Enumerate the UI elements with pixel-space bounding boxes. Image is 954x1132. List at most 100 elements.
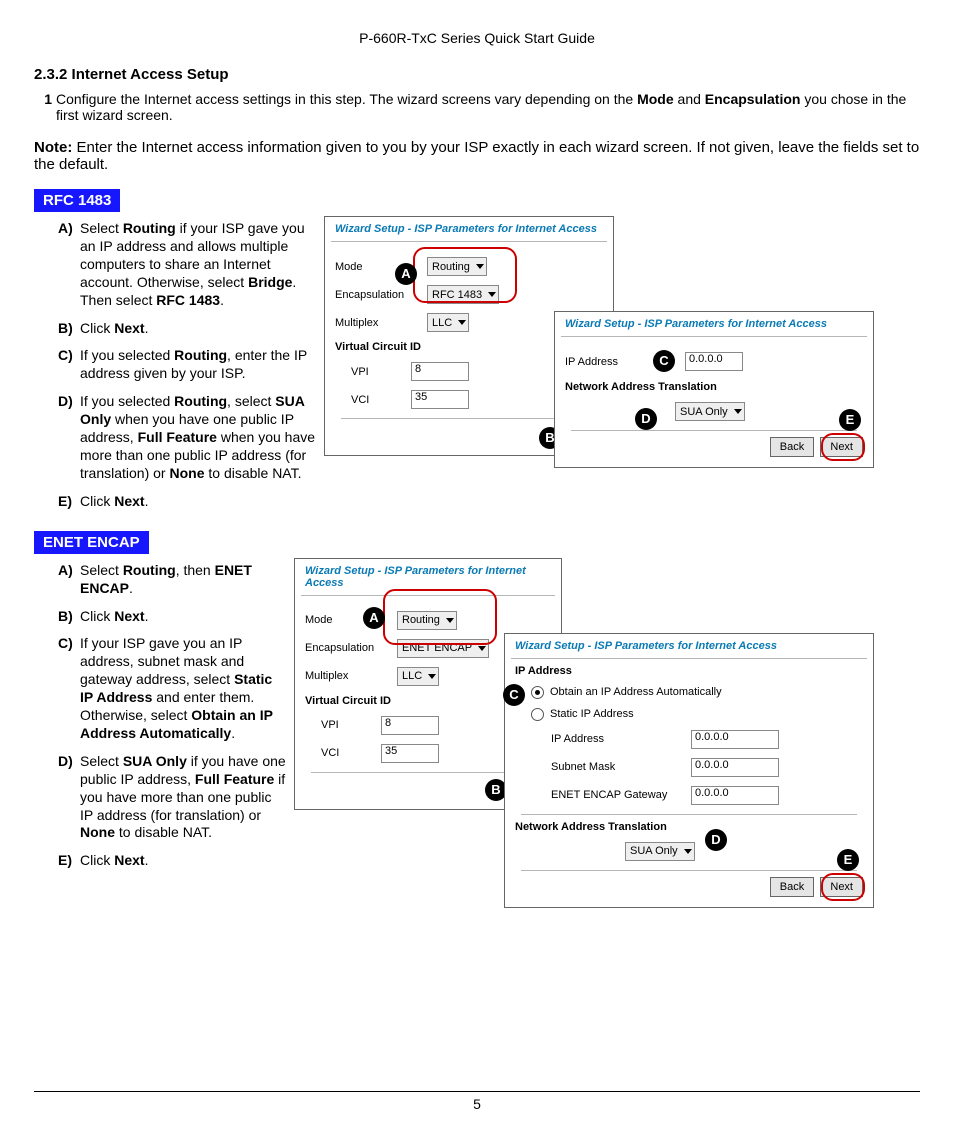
label-nat: Network Address Translation (565, 381, 717, 393)
label-vci: VCI (351, 394, 411, 406)
highlight-a (413, 247, 517, 303)
label-ip-heading: IP Address (515, 665, 572, 677)
page-number: 5 (0, 1096, 954, 1112)
select-value: LLC (402, 670, 422, 682)
label-subnet: Subnet Mask (531, 761, 691, 773)
label-gateway: ENET ENCAP Gateway (531, 789, 691, 801)
strong: Routing (123, 562, 176, 578)
badge-d: D (705, 829, 727, 851)
label-vcid: Virtual Circuit ID (335, 341, 421, 353)
gateway-input[interactable]: 0.0.0.0 (691, 786, 779, 805)
bullet-d: D) (58, 393, 80, 483)
vpi-input[interactable]: 8 (381, 716, 439, 735)
ip-input[interactable]: 0.0.0.0 (691, 730, 779, 749)
badge-c: C (503, 684, 525, 706)
text: If you selected (80, 347, 174, 363)
section-tag-rfc: RFC 1483 (34, 189, 120, 212)
text: to disable NAT. (115, 824, 212, 840)
dialog-title: Wizard Setup - ISP Parameters for Intern… (325, 217, 613, 241)
strong: Bridge (248, 274, 292, 290)
label-vpi: VPI (351, 366, 411, 378)
strong: SUA Only (123, 753, 187, 769)
step-1: 1 Configure the Internet access settings… (34, 91, 920, 123)
label-mux: Multiplex (335, 317, 427, 329)
text: Click (80, 320, 114, 336)
vci-input[interactable]: 35 (411, 390, 469, 409)
bullet-b: B) (58, 608, 80, 626)
label-ip: IP Address (531, 733, 691, 745)
step-text: and (674, 91, 705, 107)
chevron-down-icon (478, 646, 486, 651)
text: . (145, 493, 149, 509)
mux-select[interactable]: LLC (427, 313, 469, 332)
text: . (145, 320, 149, 336)
label-vpi: VPI (321, 719, 381, 731)
text: . (231, 725, 235, 741)
text: . (145, 608, 149, 624)
label-nat: Network Address Translation (515, 821, 667, 833)
radio-static[interactable] (531, 708, 544, 721)
nat-select[interactable]: SUA Only (625, 842, 695, 861)
text: If your ISP gave you an IP address, subn… (80, 635, 244, 687)
wizard-dialog-rfc2: Wizard Setup - ISP Parameters for Intern… (554, 311, 874, 468)
wizard-dialog-enet2: Wizard Setup - ISP Parameters for Intern… (504, 633, 874, 908)
strong: Next (114, 852, 144, 868)
badge-a: A (395, 263, 417, 285)
bullet-c: C) (58, 635, 80, 742)
vpi-input[interactable]: 8 (411, 362, 469, 381)
back-button[interactable]: Back (770, 437, 814, 457)
select-value: SUA Only (680, 406, 728, 418)
doc-header: P-660R-TxC Series Quick Start Guide (34, 30, 920, 46)
label-vci: VCI (321, 747, 381, 759)
radio-label: Obtain an IP Address Automatically (550, 686, 722, 698)
note-label: Note: (34, 139, 72, 156)
label-encap: Encapsulation (305, 642, 397, 654)
bullet-d: D) (58, 753, 80, 843)
strong: Next (114, 608, 144, 624)
badge-a: A (363, 607, 385, 629)
nat-select[interactable]: SUA Only (675, 402, 745, 421)
badge-c: C (653, 350, 675, 372)
section-tag-enet: ENET ENCAP (34, 531, 149, 554)
chevron-down-icon (734, 409, 742, 414)
text: . (220, 292, 224, 308)
label-mux: Multiplex (305, 670, 397, 682)
dialog-title: Wizard Setup - ISP Parameters for Intern… (505, 634, 873, 658)
dialog-title: Wizard Setup - ISP Parameters for Intern… (555, 312, 873, 336)
strong: None (80, 824, 115, 840)
text: , select (227, 393, 275, 409)
strong: Full Feature (195, 771, 274, 787)
badge-e: E (837, 849, 859, 871)
strong: RFC 1483 (156, 292, 220, 308)
ip-input[interactable]: 0.0.0.0 (685, 352, 743, 371)
text: Select (80, 220, 123, 236)
strong: Routing (123, 220, 176, 236)
highlight-a (383, 589, 497, 645)
text: Click (80, 493, 114, 509)
text: If you selected (80, 393, 174, 409)
chevron-down-icon (458, 320, 466, 325)
select-value: LLC (432, 317, 452, 329)
text: Select (80, 562, 123, 578)
text: . (129, 580, 133, 596)
strong: Routing (174, 393, 227, 409)
bullet-b: B) (58, 320, 80, 338)
mux-select[interactable]: LLC (397, 667, 439, 686)
radio-obtain[interactable] (531, 686, 544, 699)
chevron-down-icon (428, 674, 436, 679)
back-button[interactable]: Back (770, 877, 814, 897)
select-value: SUA Only (630, 845, 678, 857)
strong: Next (114, 493, 144, 509)
section-heading: 2.3.2 Internet Access Setup (34, 66, 920, 83)
vci-input[interactable]: 35 (381, 744, 439, 763)
badge-e: E (839, 409, 861, 431)
step-text: Configure the Internet access settings i… (56, 91, 637, 107)
chevron-down-icon (684, 849, 692, 854)
text: Click (80, 852, 114, 868)
text: Click (80, 608, 114, 624)
subnet-input[interactable]: 0.0.0.0 (691, 758, 779, 777)
text: , then (176, 562, 215, 578)
strong: Mode (637, 91, 674, 107)
highlight-e (821, 873, 865, 901)
text: to disable NAT. (204, 465, 301, 481)
